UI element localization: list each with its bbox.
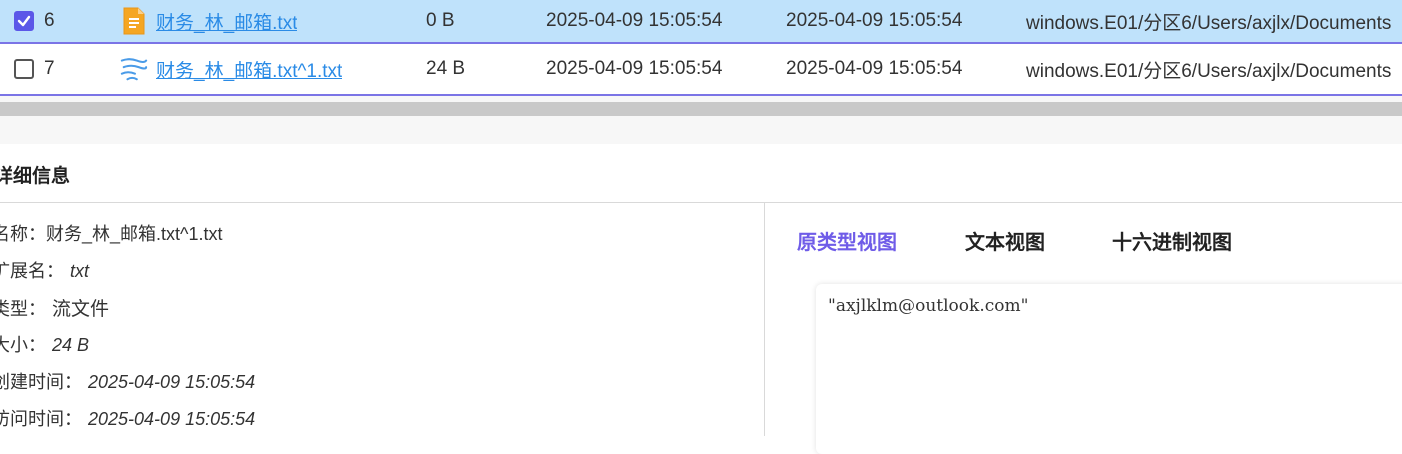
created-time: 2025-04-09 15:05:54 — [546, 10, 723, 31]
detail-name-value: 财务_林_邮箱.txt^1.txt — [46, 224, 223, 244]
detail-name-label: 名称： — [0, 224, 46, 244]
detail-ext-row: 扩展名： txt — [0, 257, 89, 283]
file-size: 24 B — [426, 58, 466, 79]
checkbox-checked[interactable] — [14, 11, 34, 31]
table-row[interactable]: 6 财务_林_邮箱.txt 0 B 2025-04-09 15:05:54 20… — [0, 0, 1402, 44]
file-path: windows.E01/分区6/Users/axjlx/Documents — [1026, 60, 1392, 82]
detail-ext-value: txt — [70, 261, 90, 281]
detail-atime-value: 2025-04-09 15:05:54 — [88, 409, 256, 429]
file-path: windows.E01/分区6/Users/axjlx/Documents — [1026, 12, 1392, 34]
tab-hex-view[interactable]: 十六进制视图 — [1112, 226, 1232, 255]
modified-time: 2025-04-09 15:05:54 — [786, 58, 963, 79]
tab-original-view[interactable]: 原类型视图 — [797, 226, 897, 255]
file-size: 0 B — [426, 10, 455, 31]
horizontal-scrollbar[interactable] — [0, 102, 1402, 116]
file-name-link[interactable]: 财务_林_邮箱.txt — [156, 8, 297, 35]
row-checkbox-cell[interactable] — [14, 44, 40, 94]
file-name-link[interactable]: 财务_林_邮箱.txt^1.txt — [156, 56, 342, 83]
detail-ctime-value: 2025-04-09 15:05:54 — [88, 372, 256, 392]
detail-size-label: 大小： — [0, 335, 46, 355]
row-number: 7 — [44, 58, 55, 79]
detail-type-row: 类型： 流文件 — [0, 294, 109, 321]
stream-file-icon — [120, 44, 148, 94]
panel-divider — [764, 203, 765, 436]
row-checkbox-cell[interactable] — [14, 0, 40, 42]
detail-atime-label: 访问时间： — [0, 409, 82, 429]
check-icon — [17, 15, 31, 27]
modified-time: 2025-04-09 15:05:54 — [786, 10, 963, 31]
detail-ctime-label: 创建时间： — [0, 372, 82, 392]
detail-name-row: 名称：财务_林_邮箱.txt^1.txt — [0, 220, 222, 246]
details-header — [0, 144, 1402, 203]
detail-size-value: 24 B — [52, 335, 90, 355]
text-file-icon — [120, 0, 148, 42]
checkbox-unchecked[interactable] — [14, 59, 34, 79]
created-time: 2025-04-09 15:05:54 — [546, 58, 723, 79]
tab-text-view[interactable]: 文本视图 — [965, 226, 1045, 255]
row-number: 6 — [44, 10, 55, 31]
preview-content: "axjlklm@outlook.com" — [828, 296, 1029, 316]
detail-ext-label: 扩展名： — [0, 261, 64, 281]
detail-atime-row: 访问时间： 2025-04-09 15:05:54 — [0, 405, 255, 431]
detail-type-label: 类型： — [0, 299, 46, 319]
detail-size-row: 大小： 24 B — [0, 331, 89, 357]
detail-type-value: 流文件 — [52, 299, 110, 320]
details-title: 详细信息 — [0, 166, 71, 187]
detail-ctime-row: 创建时间： 2025-04-09 15:05:54 — [0, 368, 255, 394]
table-row[interactable]: 7 财务_林_邮箱.txt^1.txt 24 B 2025-04-09 15:0… — [0, 44, 1402, 96]
